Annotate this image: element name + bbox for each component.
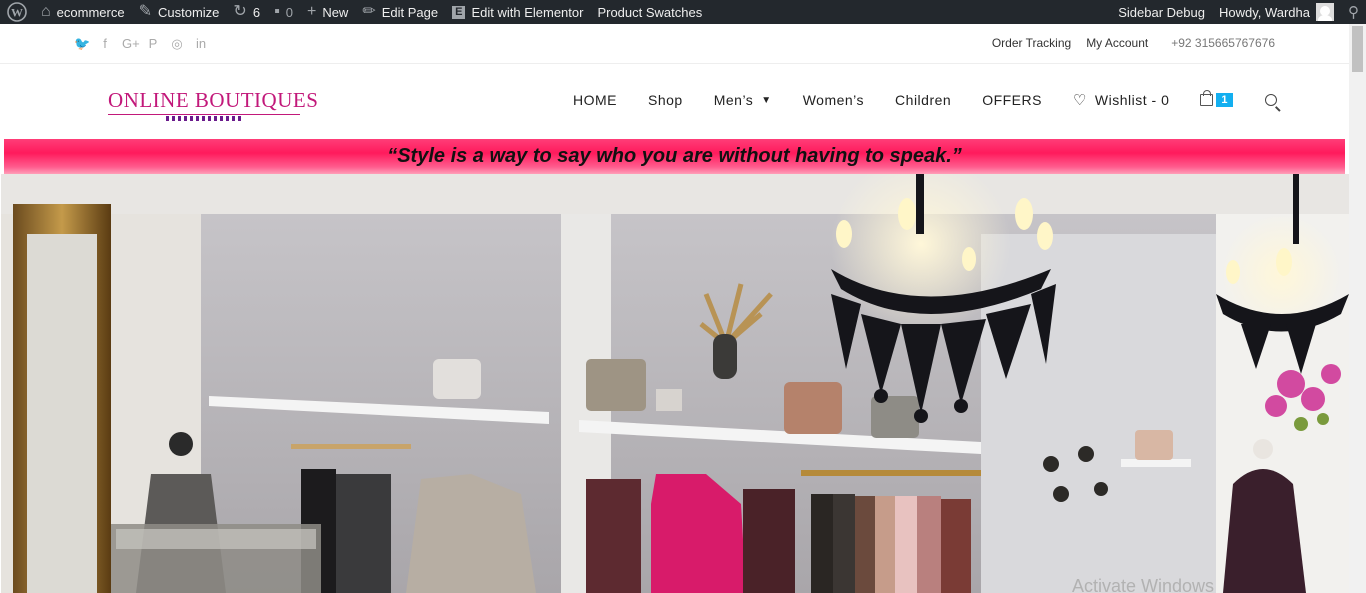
nav-wishlist[interactable]: ♡ Wishlist - 0 [1073,91,1169,109]
quote-banner: “Style is a way to say who you are witho… [4,139,1345,174]
howdy-label: Howdy, Wardha [1218,4,1310,20]
edit-page-label: Edit Page [381,4,439,20]
logo-ornament [166,116,242,121]
top-links: Order Tracking My Account +92 3156657676… [992,36,1275,50]
nav-children[interactable]: Children [895,92,951,108]
nav-shop[interactable]: Shop [648,92,683,108]
site-logo[interactable]: ONLINE BOUTIQUES [108,88,318,121]
nav-search-button[interactable] [1265,94,1277,106]
boutique-photo [1,174,1349,593]
new-label: New [322,4,349,20]
admin-sidebar-debug-link[interactable]: Sidebar Debug [1111,0,1212,24]
instagram-icon[interactable]: ◎ [170,36,184,52]
updates-count: 6 [252,4,261,20]
nav-cart[interactable]: 1 [1200,90,1233,107]
sidebar-debug-label: Sidebar Debug [1118,4,1205,20]
site-header: ONLINE BOUTIQUES HOME Shop Men’s ▼ Women… [0,64,1349,138]
admin-customize-link[interactable]: ✎ Customize [132,0,227,24]
plus-icon: + [306,3,317,20]
logo-underline [108,114,300,115]
elementor-icon: E [452,5,466,19]
linkedin-icon[interactable]: in [194,36,208,52]
logo-text: ONLINE BOUTIQUES [108,88,319,112]
admin-product-swatches-link[interactable]: Product Swatches [590,0,709,24]
wp-admin-bar: W ⌂ ecommerce ✎ Customize ↻ 6 ▪ 0 + New … [0,0,1366,24]
my-account-link[interactable]: My Account [1086,36,1148,50]
product-swatches-label: Product Swatches [597,4,703,20]
home-dashboard-icon: ⌂ [41,3,51,20]
top-bar: 🐦 f G+ P ◎ in Order Tracking My Account … [0,24,1349,64]
cart-count-badge: 1 [1216,93,1233,107]
admin-updates-link[interactable]: ↻ 6 [226,0,267,24]
facebook-icon[interactable]: f [98,36,112,52]
comments-count: 0 [285,4,293,20]
admin-comments-link[interactable]: ▪ 0 [267,0,300,24]
edit-elementor-label: Edit with Elementor [471,4,584,20]
nav-offers[interactable]: OFFERS [982,92,1042,108]
social-links: 🐦 f G+ P ◎ in [74,36,208,52]
scrollbar-thumb[interactable] [1352,26,1363,72]
phone-number: +92 315665767676 [1171,36,1275,50]
admin-account-menu[interactable]: Howdy, Wardha [1212,0,1341,24]
admin-search-button[interactable]: ⚲ [1341,0,1366,24]
nav-womens[interactable]: Women’s [803,92,864,108]
activate-windows-watermark: Activate Windows [1072,576,1215,593]
google-plus-icon[interactable]: G+ [122,36,140,52]
svg-text:W: W [11,6,23,20]
quote-text: “Style is a way to say who you are witho… [387,145,962,167]
pinterest-icon[interactable]: P [146,36,160,52]
twitter-icon[interactable]: 🐦 [74,36,90,52]
wishlist-label: Wishlist - 0 [1094,92,1170,108]
admin-elementor-link[interactable]: E Edit with Elementor [445,0,590,24]
nav-mens-label: Men’s [713,92,754,108]
hero-image [1,174,1349,593]
pencil-icon: ✏ [362,3,376,20]
admin-edit-page-link[interactable]: ✏ Edit Page [355,0,445,24]
updates-icon: ↻ [233,3,247,20]
search-icon: ⚲ [1348,4,1359,21]
order-tracking-link[interactable]: Order Tracking [992,36,1071,50]
main-nav: HOME Shop Men’s ▼ Women’s Children OFFER… [542,90,1277,109]
nav-mens[interactable]: Men’s ▼ [714,92,772,108]
avatar [1316,3,1334,21]
customize-label: Customize [158,4,220,20]
heart-icon: ♡ [1072,92,1087,109]
shopping-bag-icon [1200,90,1214,106]
page-scrollbar[interactable] [1349,24,1366,593]
paintbrush-icon: ✎ [138,3,152,20]
comment-icon: ▪ [274,3,280,20]
chevron-down-icon: ▼ [761,94,772,106]
wordpress-logo-icon[interactable]: W [0,0,34,24]
search-icon [1265,94,1277,106]
nav-home[interactable]: HOME [573,92,617,108]
site-name-label: ecommerce [56,4,125,20]
admin-site-name[interactable]: ⌂ ecommerce [34,0,132,24]
admin-new-link[interactable]: + New [300,0,355,24]
